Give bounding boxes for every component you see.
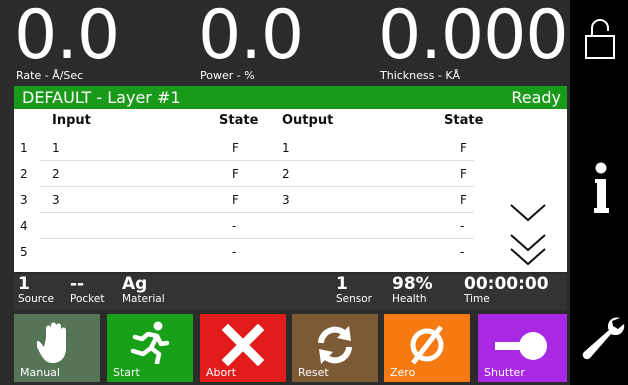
rate-value: 0.0 xyxy=(14,0,120,75)
table-row[interactable]: 4 - - xyxy=(14,213,474,239)
shutter-label: Shutter xyxy=(484,366,525,379)
input-header: Input xyxy=(52,113,91,128)
info-icon[interactable] xyxy=(593,162,609,214)
table-row[interactable]: 5 - - xyxy=(14,239,474,265)
row-input-state: - xyxy=(232,219,237,233)
chevron-down-icon[interactable] xyxy=(508,199,548,225)
lock-open-icon[interactable] xyxy=(584,18,616,60)
shutter-icon xyxy=(494,332,547,360)
manual-label: Manual xyxy=(20,366,60,379)
row-number: 2 xyxy=(20,167,28,181)
output-state-header: State xyxy=(444,113,484,128)
layer-status-bar: DEFAULT - Layer #1 Ready xyxy=(14,86,567,109)
power-value: 0.0 xyxy=(198,0,304,75)
row-output-state: F xyxy=(460,141,467,155)
manual-button[interactable]: Manual xyxy=(14,314,100,382)
table-row[interactable]: 2 2 F 2 F xyxy=(14,161,474,187)
output-header: Output xyxy=(282,113,334,128)
hand-icon xyxy=(37,322,66,363)
source-value: 1 xyxy=(18,274,30,294)
material-value: Ag xyxy=(122,274,148,294)
time-label: Time xyxy=(464,293,490,305)
row-input-state: - xyxy=(232,245,237,259)
table-row[interactable]: 3 3 F 3 F xyxy=(14,187,474,213)
row-output-state: - xyxy=(460,219,465,233)
pocket-label: Pocket xyxy=(70,293,105,305)
table-row[interactable]: 1 1 F 1 F xyxy=(14,135,474,161)
thickness-label: Thickness - KÅ xyxy=(380,69,461,82)
row-input: 2 xyxy=(52,167,60,181)
power-label: Power - % xyxy=(200,69,255,82)
double-chevron-down-icon[interactable] xyxy=(508,231,548,271)
thickness-readout: 0.000 Thickness - KÅ xyxy=(378,0,569,82)
row-number: 1 xyxy=(20,141,28,155)
abort-label: Abort xyxy=(206,366,237,379)
row-input: 3 xyxy=(52,193,60,207)
row-output-state: F xyxy=(460,167,467,181)
row-output: 2 xyxy=(282,167,290,181)
empty-set-icon xyxy=(410,325,444,365)
start-button[interactable]: Start xyxy=(107,314,193,382)
row-number: 5 xyxy=(20,245,28,259)
row-input-state: F xyxy=(232,141,239,155)
row-output-state: - xyxy=(460,245,465,259)
refresh-icon xyxy=(318,326,352,364)
close-icon xyxy=(222,324,264,366)
sensor-label: Sensor xyxy=(336,293,372,305)
row-output: 3 xyxy=(282,193,290,207)
row-input-state: F xyxy=(232,193,239,207)
row-input: 1 xyxy=(52,141,60,155)
rate-label: Rate - Å/Sec xyxy=(16,69,84,82)
source-label: Source xyxy=(18,293,55,305)
row-output-state: F xyxy=(460,193,467,207)
input-state-header: State xyxy=(219,113,259,128)
wrench-icon[interactable] xyxy=(578,314,626,366)
abort-button[interactable]: Abort xyxy=(200,314,286,382)
health-value: 98% xyxy=(392,274,433,294)
sensor-value: 1 xyxy=(336,274,348,294)
process-info-strip: 1 Source -- Pocket Ag Material 1 Sensor … xyxy=(14,274,567,310)
zero-button[interactable]: Zero xyxy=(384,314,470,382)
row-input-state: F xyxy=(232,167,239,181)
time-value: 00:00:00 xyxy=(464,274,549,294)
row-output: 1 xyxy=(282,141,290,155)
running-person-icon xyxy=(130,321,170,364)
material-label: Material xyxy=(122,293,165,305)
row-number: 3 xyxy=(20,193,28,207)
deposition-controller-screen: 0.0 Rate - Å/Sec 0.0 Power - % 0.000 Thi… xyxy=(0,0,628,385)
state-text: Ready xyxy=(511,88,561,107)
pocket-value: -- xyxy=(70,274,85,294)
start-label: Start xyxy=(113,366,140,379)
layer-name: DEFAULT - Layer #1 xyxy=(22,88,181,107)
rate-readout: 0.0 Rate - Å/Sec xyxy=(14,0,194,82)
reset-label: Reset xyxy=(298,366,329,379)
power-readout: 0.0 Power - % xyxy=(198,0,378,82)
health-label: Health xyxy=(392,293,427,305)
shutter-button[interactable]: Shutter xyxy=(478,314,567,382)
zero-label: Zero xyxy=(390,366,416,379)
io-table: Input State Output State 1 1 F 1 F 2 2 F… xyxy=(14,109,567,272)
thickness-value: 0.000 xyxy=(378,0,569,75)
reset-button[interactable]: Reset xyxy=(292,314,378,382)
row-number: 4 xyxy=(20,219,28,233)
